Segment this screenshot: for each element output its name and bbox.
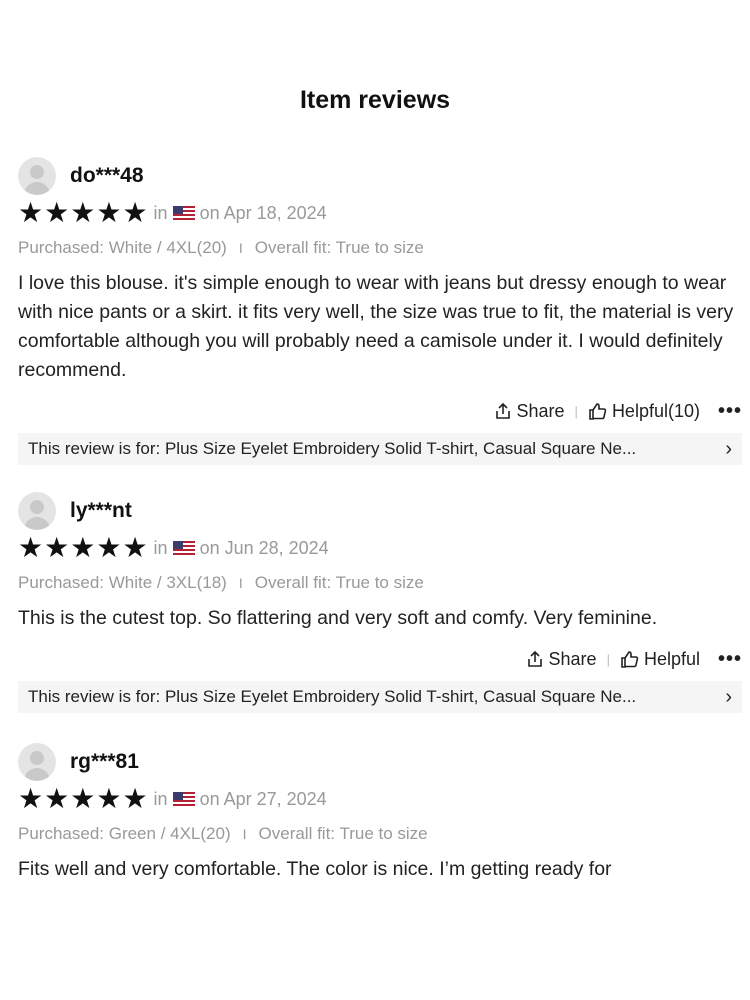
- divider: |: [606, 651, 610, 667]
- star-rating: ★ ★ ★ ★ ★: [18, 534, 149, 562]
- purchase-info: Purchased: Green / 4XL(20) I Overall fit…: [18, 823, 742, 845]
- us-flag-icon: [172, 206, 195, 220]
- review-text: This is the cutest top. So flattering an…: [18, 607, 658, 629]
- review-for-text: This review is for: Plus Size Eyelet Emb…: [28, 439, 637, 458]
- in-label: in: [153, 202, 168, 223]
- reviewer-name: ly***nt: [70, 499, 132, 522]
- review-date: on Jun 28, 2024: [199, 537, 329, 558]
- review-text: Fits well and very comfortable. The colo…: [18, 858, 612, 880]
- helpful-label: Helpful(10): [611, 400, 700, 421]
- helpful-button[interactable]: Helpful(10): [588, 401, 700, 422]
- share-icon: [527, 650, 542, 667]
- star-icon: ★: [18, 783, 44, 814]
- divider: I: [242, 826, 247, 842]
- divider: |: [574, 403, 578, 419]
- chevron-right-icon: ›: [725, 437, 732, 460]
- review-actions: Share | Helpful •••: [18, 645, 742, 673]
- reviewer-row: do***48: [18, 157, 742, 195]
- star-icon: ★: [18, 197, 44, 228]
- in-label: in: [153, 788, 168, 809]
- review-date: on Apr 18, 2024: [199, 202, 327, 223]
- review-item: ly***nt ★ ★ ★ ★ ★ in on Jun 28, 2024 Purchas…: [18, 492, 742, 713]
- star-icon: ★: [96, 532, 122, 563]
- thumbs-up-icon: [589, 402, 607, 420]
- divider: I: [238, 240, 243, 256]
- us-flag-icon: [172, 792, 195, 806]
- review-item: do***48 ★ ★ ★ ★ ★ in on Apr 18, 2024 Purchas…: [18, 157, 742, 465]
- rating-row: ★ ★ ★ ★ ★ in on Apr 27, 2024: [18, 785, 742, 813]
- purchased-variant: Purchased: Green / 4XL(20): [18, 824, 231, 843]
- review-for-text: This review is for: Plus Size Eyelet Emb…: [28, 687, 637, 706]
- share-icon: [495, 402, 510, 419]
- rating-row: ★ ★ ★ ★ ★ in on Jun 28, 2024: [18, 534, 742, 562]
- purchased-variant: Purchased: White / 4XL(20): [18, 238, 227, 257]
- overall-fit: Overall fit: True to size: [254, 238, 424, 257]
- page-title: Item reviews: [299, 86, 451, 114]
- star-icon: ★: [122, 532, 148, 563]
- review-date: on Apr 27, 2024: [199, 788, 327, 809]
- overall-fit: Overall fit: True to size: [258, 824, 428, 843]
- star-icon: ★: [96, 783, 122, 814]
- avatar: [18, 157, 56, 195]
- thumbs-up-icon: [621, 650, 639, 668]
- star-rating: ★ ★ ★ ★ ★: [18, 785, 149, 813]
- purchased-variant: Purchased: White / 3XL(18): [18, 573, 227, 592]
- chevron-right-icon: ›: [725, 685, 732, 708]
- star-rating: ★ ★ ★ ★ ★: [18, 199, 149, 227]
- overall-fit: Overall fit: True to size: [254, 573, 424, 592]
- reviewer-row: ly***nt: [18, 492, 742, 530]
- star-icon: ★: [44, 197, 70, 228]
- helpful-label: Helpful: [643, 648, 700, 669]
- review-actions: Share | Helpful(10) •••: [18, 397, 742, 425]
- review-text: I love this blouse. it's simple enough t…: [18, 272, 734, 381]
- reviewer-name: rg***81: [70, 750, 139, 773]
- share-label: Share: [548, 648, 597, 669]
- share-button[interactable]: Share: [494, 401, 565, 422]
- star-icon: ★: [96, 197, 122, 228]
- reviews-page: Item reviews do***48 ★ ★ ★ ★ ★ in on Apr 18,…: [0, 0, 750, 1000]
- review-item: rg***81 ★ ★ ★ ★ ★ in on Apr 27, 2024 Purchas…: [18, 743, 742, 884]
- us-flag-icon: [172, 541, 195, 555]
- purchase-info: Purchased: White / 3XL(18) I Overall fit…: [18, 572, 742, 594]
- purchase-info: Purchased: White / 4XL(20) I Overall fit…: [18, 237, 742, 259]
- reviewer-name: do***48: [70, 164, 144, 187]
- rating-row: ★ ★ ★ ★ ★ in on Apr 18, 2024: [18, 199, 742, 227]
- star-icon: ★: [70, 197, 96, 228]
- avatar: [18, 492, 56, 530]
- star-icon: ★: [44, 783, 70, 814]
- review-product-link[interactable]: This review is for: Plus Size Eyelet Emb…: [18, 681, 742, 713]
- helpful-button[interactable]: Helpful: [620, 649, 700, 670]
- reviewer-row: rg***81: [18, 743, 742, 781]
- divider: I: [238, 575, 243, 591]
- avatar: [18, 743, 56, 781]
- star-icon: ★: [122, 197, 148, 228]
- review-product-link[interactable]: This review is for: Plus Size Eyelet Emb…: [18, 433, 742, 465]
- star-icon: ★: [44, 532, 70, 563]
- star-icon: ★: [70, 532, 96, 563]
- in-label: in: [153, 537, 168, 558]
- star-icon: ★: [18, 532, 44, 563]
- star-icon: ★: [70, 783, 96, 814]
- more-options-icon[interactable]: •••: [718, 400, 742, 423]
- share-button[interactable]: Share: [526, 649, 597, 670]
- star-icon: ★: [122, 783, 148, 814]
- share-label: Share: [516, 400, 565, 421]
- more-options-icon[interactable]: •••: [718, 648, 742, 671]
